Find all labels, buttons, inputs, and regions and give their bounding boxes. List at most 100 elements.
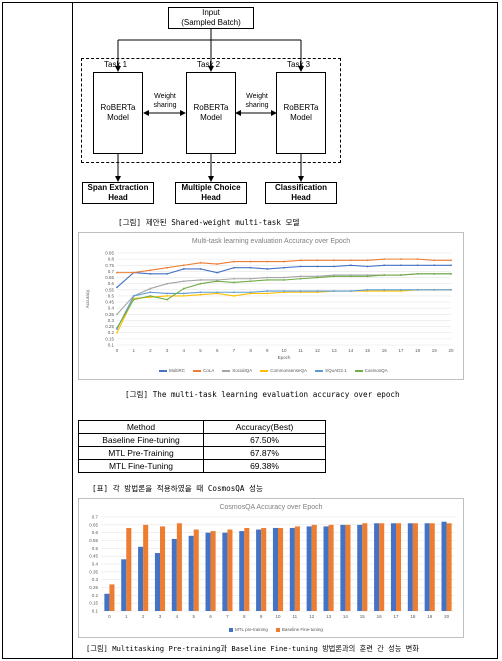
bar: [160, 526, 166, 611]
data-point: [433, 288, 436, 291]
data-point: [149, 287, 152, 290]
y-tick-label: 0.65: [89, 522, 98, 527]
x-tick-label: 13: [326, 614, 332, 619]
bar: [407, 523, 413, 611]
data-point: [249, 260, 252, 263]
table-header-method: Method: [78, 420, 204, 434]
legend-label: CommonsenseQA: [270, 368, 308, 373]
data-point: [182, 287, 185, 290]
task-2-label: Task 2: [197, 60, 221, 69]
bar: [154, 553, 160, 611]
head-box-multiple-choice: Multiple Choice Head: [175, 182, 247, 204]
bar: [323, 526, 329, 611]
data-point: [366, 259, 369, 262]
model-label: RoBERTa Model: [193, 103, 229, 122]
data-point: [266, 290, 269, 292]
table-cell-accuracy: 67.87%: [203, 446, 326, 460]
data-point: [116, 313, 118, 316]
y-tick-label: 0.6: [108, 281, 115, 286]
line-chart-legend: MultiRC CoLA SocialIQA CommonsenseQA SQuAD2.…: [159, 368, 388, 373]
data-point: [433, 272, 436, 275]
line-chart-plot: 0.10.150.20.250.30.350.40.450.50.550.60.…: [85, 251, 454, 361]
x-tick-label: 16: [377, 614, 383, 619]
x-tick-label: 1: [125, 614, 128, 619]
bar: [104, 593, 110, 611]
x-tick-label: 20: [448, 348, 454, 353]
data-point: [199, 268, 202, 270]
bar: [244, 527, 250, 611]
data-point: [182, 292, 185, 295]
data-point: [299, 265, 302, 268]
y-axis-label: Accuracy: [85, 289, 90, 308]
x-tick-label: 15: [360, 614, 366, 619]
legend-item: CommonsenseQA: [260, 368, 307, 373]
model-label: RoBERTa Model: [283, 103, 319, 122]
data-point: [149, 269, 152, 272]
legend-swatch: [315, 369, 324, 372]
x-tick-label: 12: [315, 348, 321, 353]
diagram-caption: [그림] 제안된 Shared-weight multi-task 모델: [118, 218, 300, 227]
bar: [441, 521, 447, 611]
legend-swatch: [275, 627, 280, 632]
x-tick-label: 8: [243, 614, 246, 619]
data-point: [216, 271, 219, 274]
data-point: [233, 291, 235, 294]
bar: [357, 524, 363, 611]
table-header-row: Method Accuracy(Best): [78, 420, 326, 434]
x-tick-label: 13: [332, 348, 338, 353]
y-tick-label: 0.65: [105, 275, 114, 280]
bar: [306, 526, 312, 611]
data-point: [450, 259, 452, 262]
head-label: Classification Head: [274, 183, 327, 202]
table-cell-method: MTL Fine-Tuning: [78, 459, 204, 473]
y-tick-label: 0.1: [108, 343, 115, 348]
data-point: [333, 290, 335, 292]
x-tick-label: 9: [260, 614, 263, 619]
data-point: [199, 261, 202, 264]
data-point: [116, 331, 118, 334]
legend-item: CoLA: [193, 368, 214, 373]
data-point: [216, 280, 219, 283]
bar: [210, 531, 216, 611]
task-1-label: Task 1: [104, 60, 128, 69]
x-tick-label: 0: [116, 348, 119, 353]
data-point: [433, 264, 436, 267]
x-tick-label: 7: [233, 348, 236, 353]
table-row: MTL Pre-Training 67.87%: [78, 446, 326, 460]
bar: [294, 526, 300, 611]
y-tick-label: 0.45: [105, 300, 114, 305]
legend-label: Baseline Fine-tuning: [281, 627, 323, 632]
bar: [109, 584, 115, 611]
data-point: [266, 268, 269, 270]
data-point: [450, 288, 452, 291]
table-row: Baseline Fine-tuning 67.50%: [78, 433, 326, 447]
bar: [126, 527, 132, 611]
x-tick-label: 19: [427, 614, 433, 619]
cosmosqa-bar-chart: CosmosQA Accuracy over Epoch 0.1 0.15 0.2 0…: [78, 498, 464, 638]
data-point: [450, 264, 452, 267]
data-point: [116, 326, 118, 329]
bar: [289, 527, 295, 611]
data-point: [299, 275, 302, 278]
data-point: [400, 274, 402, 276]
data-point: [316, 290, 319, 292]
table-cell-method: MTL Pre-Training: [78, 446, 204, 460]
weight-sharing-label-2: Weight sharing: [245, 93, 269, 109]
data-point: [433, 259, 436, 262]
bar: [278, 527, 284, 611]
bar: [227, 529, 233, 611]
bar: [272, 527, 278, 611]
y-tick-label: 0.35: [89, 569, 98, 574]
x-tick-label: 18: [415, 348, 421, 353]
data-point: [349, 290, 352, 292]
data-point: [400, 258, 402, 261]
data-point: [233, 266, 235, 269]
x-tick-label: 3: [166, 348, 169, 353]
x-tick-label: 20: [444, 614, 450, 619]
data-point: [383, 258, 386, 261]
data-point: [266, 292, 269, 295]
data-point: [166, 266, 168, 269]
y-tick-label: 0.55: [89, 538, 98, 543]
legend-swatch: [354, 369, 363, 372]
x-tick-label: 7: [226, 614, 229, 619]
